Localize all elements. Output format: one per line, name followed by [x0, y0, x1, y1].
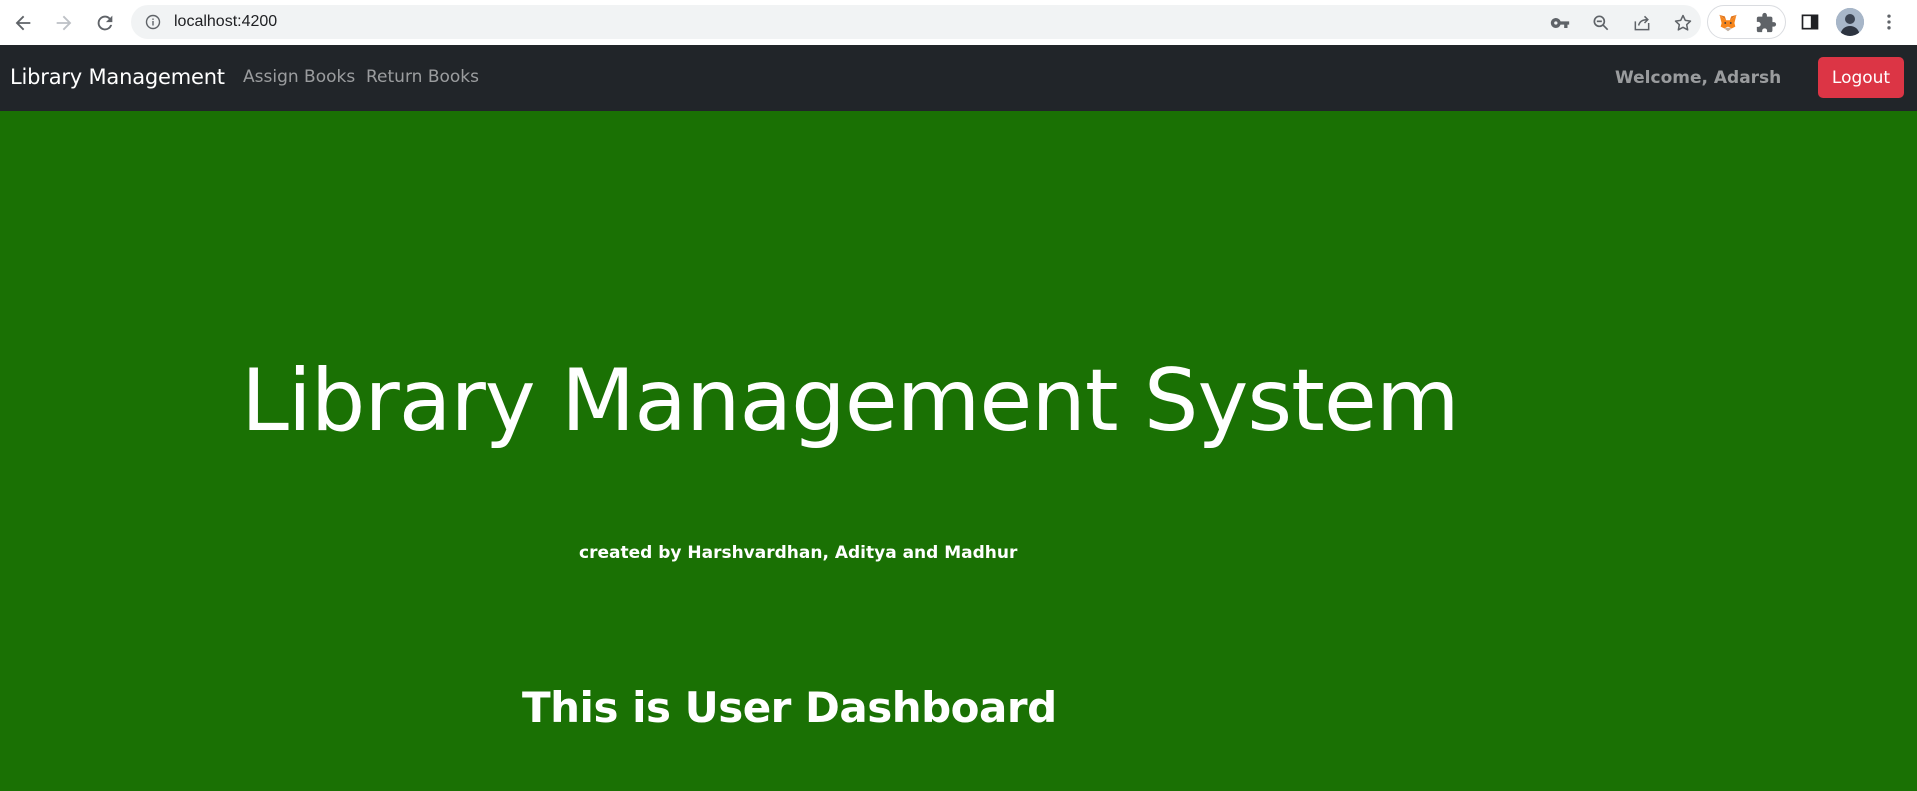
browser-toolbar: localhost:4200 [0, 0, 1917, 45]
star-icon[interactable] [1672, 12, 1694, 34]
puzzle-icon[interactable] [1755, 12, 1777, 34]
kebab-menu-icon[interactable] [1878, 11, 1900, 33]
nav-link-assign-books[interactable]: Assign Books [243, 67, 355, 87]
avatar[interactable] [1836, 8, 1864, 36]
logout-button[interactable]: Logout [1818, 57, 1904, 98]
dashboard-heading: This is User Dashboard [522, 683, 1057, 732]
metamask-fox-icon[interactable] [1717, 12, 1739, 34]
forward-arrow-icon[interactable] [49, 8, 79, 38]
share-icon[interactable] [1631, 12, 1653, 34]
key-icon[interactable] [1549, 12, 1571, 34]
side-panel-icon[interactable] [1799, 11, 1821, 33]
zoom-out-icon[interactable] [1590, 12, 1612, 34]
page-title: Library Management System [241, 351, 1460, 451]
navbar-brand[interactable]: Library Management [10, 65, 225, 89]
back-arrow-icon[interactable] [8, 8, 38, 38]
url-text[interactable]: localhost:4200 [174, 13, 277, 31]
info-icon[interactable] [145, 14, 161, 30]
hero-section: Library Management System created by Har… [0, 111, 1917, 791]
extensions-group [1707, 5, 1786, 39]
address-bar[interactable]: localhost:4200 [131, 5, 1701, 39]
app-navbar: Library Management Assign Books Return B… [0, 45, 1917, 111]
nav-link-return-books[interactable]: Return Books [366, 67, 479, 87]
reload-icon[interactable] [90, 8, 120, 38]
welcome-text: Welcome, Adarsh [1615, 68, 1782, 88]
credits-text: created by Harshvardhan, Aditya and Madh… [579, 543, 1018, 563]
